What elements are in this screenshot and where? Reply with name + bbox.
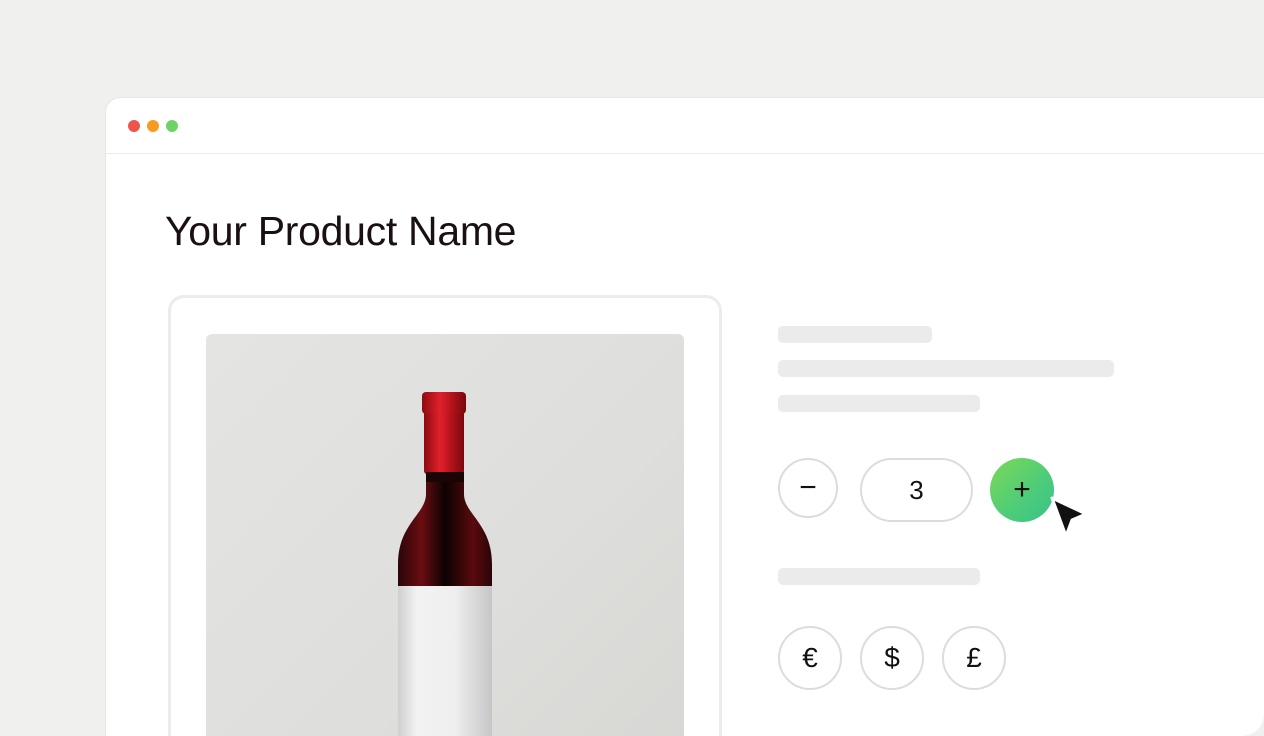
- decrease-quantity-button[interactable]: −: [778, 458, 838, 518]
- quantity-value: 3: [909, 474, 924, 505]
- minus-icon: −: [799, 471, 817, 504]
- close-window-dot[interactable]: [128, 120, 140, 132]
- increase-quantity-button[interactable]: +: [990, 458, 1054, 522]
- currency-eur-button[interactable]: €: [778, 626, 842, 690]
- euro-icon: €: [802, 642, 818, 673]
- minimize-window-dot[interactable]: [147, 120, 159, 132]
- text-placeholder-line: [778, 326, 932, 343]
- plus-icon: +: [1013, 473, 1031, 506]
- pound-icon: £: [966, 642, 982, 673]
- dollar-icon: $: [884, 642, 900, 673]
- wine-bottle-icon: [398, 392, 492, 736]
- window-titlebar: [106, 98, 1264, 154]
- text-placeholder-line: [778, 395, 980, 412]
- pointer-cursor-icon: [1050, 496, 1088, 538]
- currency-usd-button[interactable]: $: [860, 626, 924, 690]
- text-placeholder-line: [778, 568, 980, 585]
- product-image: [206, 334, 684, 736]
- text-placeholder-line: [778, 360, 1114, 377]
- maximize-window-dot[interactable]: [166, 120, 178, 132]
- currency-gbp-button[interactable]: £: [942, 626, 1006, 690]
- browser-window: Your Product Name − 3 + € $ £: [106, 98, 1264, 736]
- page-title: Your Product Name: [165, 208, 517, 254]
- background: Your Product Name − 3 + € $ £: [0, 0, 1264, 736]
- quantity-field[interactable]: 3: [860, 458, 973, 522]
